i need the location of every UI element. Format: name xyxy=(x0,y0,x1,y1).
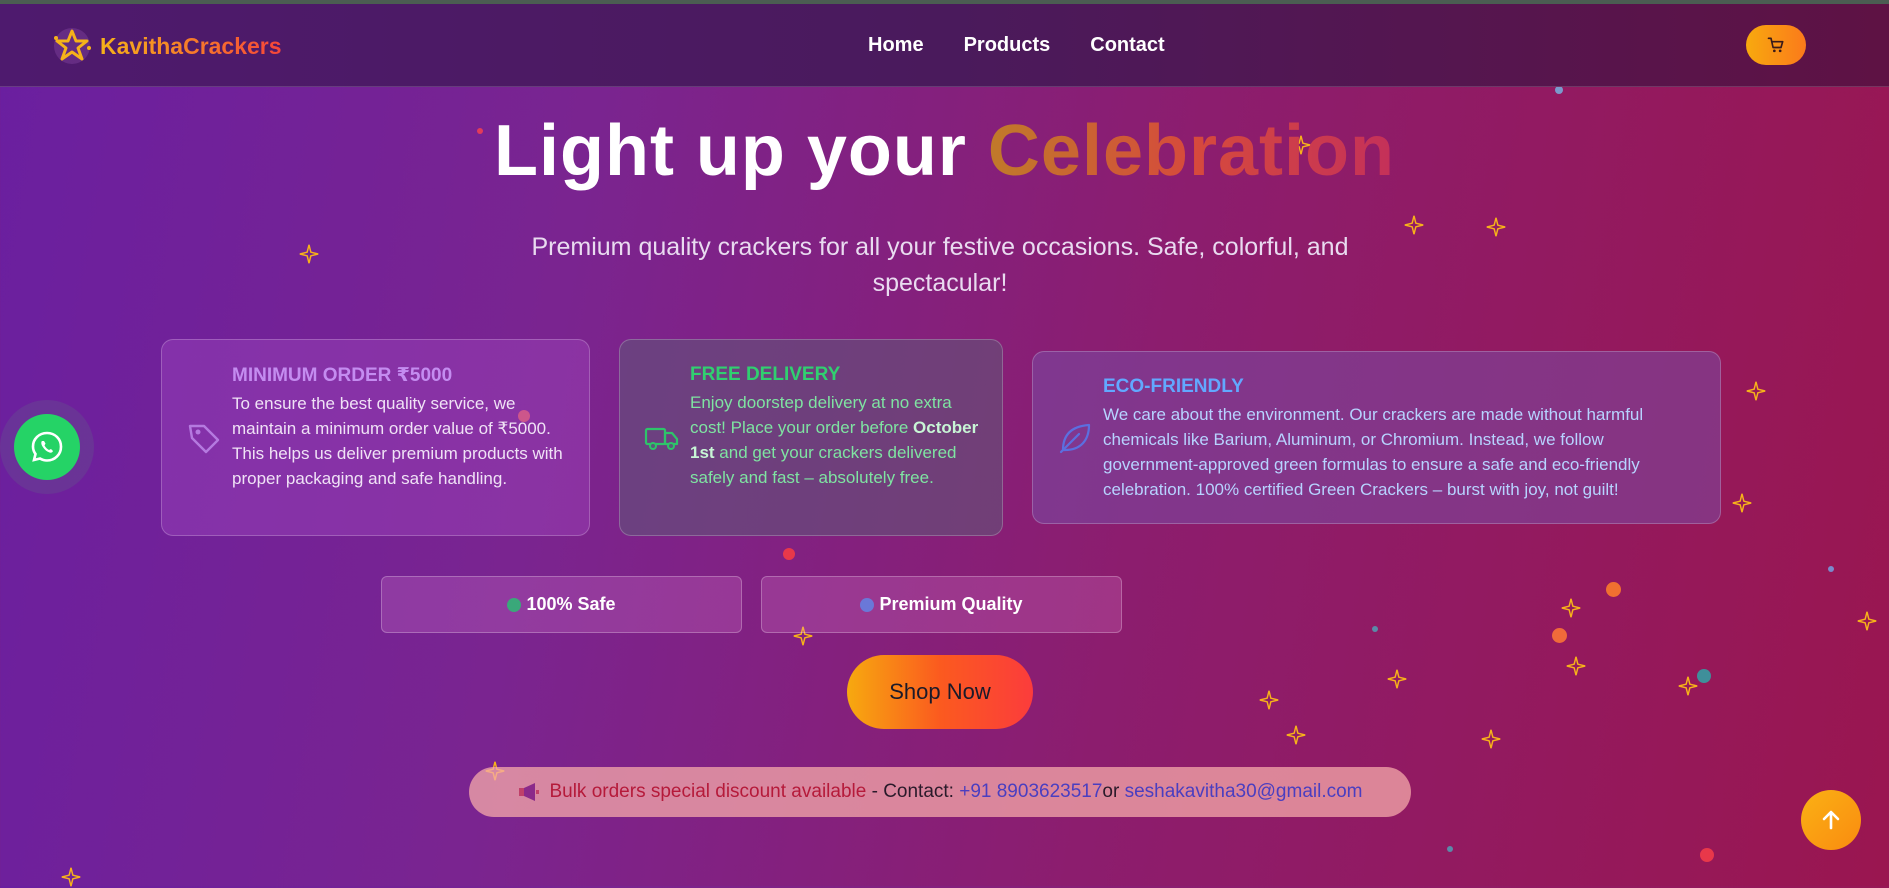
sparkle-icon xyxy=(1387,669,1407,689)
decor-dot xyxy=(1555,86,1563,94)
arrow-up-icon xyxy=(1822,810,1840,830)
sparkle-icon xyxy=(1404,215,1424,235)
sparkle-icon xyxy=(1732,493,1752,513)
star-logo-icon xyxy=(54,28,91,64)
hero-title-accent: Celebration xyxy=(987,111,1395,191)
hero-title-main: Light up your xyxy=(494,111,988,191)
nav-link-products[interactable]: Products xyxy=(964,34,1051,57)
contact-separator: - Contact: xyxy=(866,781,960,802)
contact-or: or xyxy=(1102,781,1125,802)
decor-dot xyxy=(1606,582,1621,597)
info-card-minimum-order: MINIMUM ORDER ₹5000 To ensure the best q… xyxy=(161,339,590,536)
shop-now-button[interactable]: Shop Now xyxy=(847,655,1033,729)
decor-dot xyxy=(1697,669,1711,683)
badge-safe: 100% Safe xyxy=(381,576,742,633)
decor-dot xyxy=(1552,628,1567,643)
info-card-eco-friendly: ECO-FRIENDLY We care about the environme… xyxy=(1032,351,1721,524)
info-card-free-delivery: FREE DELIVERY Enjoy doorstep delivery at… xyxy=(619,339,1003,536)
card-title: MINIMUM ORDER ₹5000 xyxy=(232,365,453,386)
decor-dot xyxy=(1447,846,1453,852)
tag-icon xyxy=(188,424,220,453)
card-title: ECO-FRIENDLY xyxy=(1103,376,1244,397)
sparkle-icon xyxy=(1481,729,1501,749)
decor-dot xyxy=(1372,626,1378,632)
sparkle-icon xyxy=(1566,656,1586,676)
badge-dot-icon xyxy=(860,597,875,612)
shopping-cart-icon xyxy=(1767,37,1784,53)
decor-dot xyxy=(1828,566,1834,572)
megaphone-icon xyxy=(519,783,540,801)
badge-label: 100% Safe xyxy=(526,594,616,614)
phone-link[interactable]: +91 8903623517 xyxy=(959,781,1102,803)
decor-dot xyxy=(1700,848,1714,862)
badge-dot-icon xyxy=(507,597,522,612)
main-nav: Home Products Contact xyxy=(868,34,1165,57)
bulk-discount-text: Bulk orders special discount available xyxy=(549,781,867,802)
card-text: We care about the environment. Our crack… xyxy=(1103,405,1644,499)
decor-dot xyxy=(783,548,795,560)
whatsapp-icon xyxy=(31,431,63,462)
sparkle-icon xyxy=(1259,690,1279,710)
hero-subtitle: Premium quality crackers for all your fe… xyxy=(531,233,1349,297)
badge-premium-quality: Premium Quality xyxy=(761,576,1122,633)
brand-name: KavithaCrackers xyxy=(100,32,282,59)
sparkle-icon xyxy=(1746,381,1766,401)
sparkle-icon xyxy=(61,867,81,887)
scroll-top-button[interactable] xyxy=(1801,790,1861,850)
hero-title: Light up your Celebration xyxy=(0,110,1889,192)
sparkle-icon xyxy=(1857,611,1877,631)
card-title: FREE DELIVERY xyxy=(690,364,841,385)
badge-label: Premium Quality xyxy=(879,594,1023,614)
sparkle-icon xyxy=(1678,676,1698,696)
whatsapp-button[interactable] xyxy=(14,414,80,480)
cart-button[interactable] xyxy=(1746,25,1806,65)
sparkle-icon xyxy=(1561,598,1581,618)
card-text: Enjoy doorstep delivery at no extra cost… xyxy=(690,390,985,490)
sparkle-icon xyxy=(1486,217,1506,237)
bulk-order-banner: Bulk orders special discount available -… xyxy=(469,767,1411,817)
sparkle-icon xyxy=(299,244,319,264)
brand-logo[interactable]: KavithaCrackers xyxy=(52,26,282,66)
truck-icon xyxy=(644,427,679,450)
card-text-part: and get your crackers delivered safely a… xyxy=(690,443,957,487)
card-text: To ensure the best quality service, we m… xyxy=(232,394,563,488)
navbar: KavithaCrackers Home Products Contact xyxy=(0,4,1889,87)
leaf-icon xyxy=(1059,423,1091,453)
nav-link-contact[interactable]: Contact xyxy=(1090,34,1164,57)
sparkle-icon xyxy=(1286,725,1306,745)
nav-link-home[interactable]: Home xyxy=(868,34,924,57)
email-link[interactable]: seshakavitha30@gmail.com xyxy=(1125,781,1363,803)
